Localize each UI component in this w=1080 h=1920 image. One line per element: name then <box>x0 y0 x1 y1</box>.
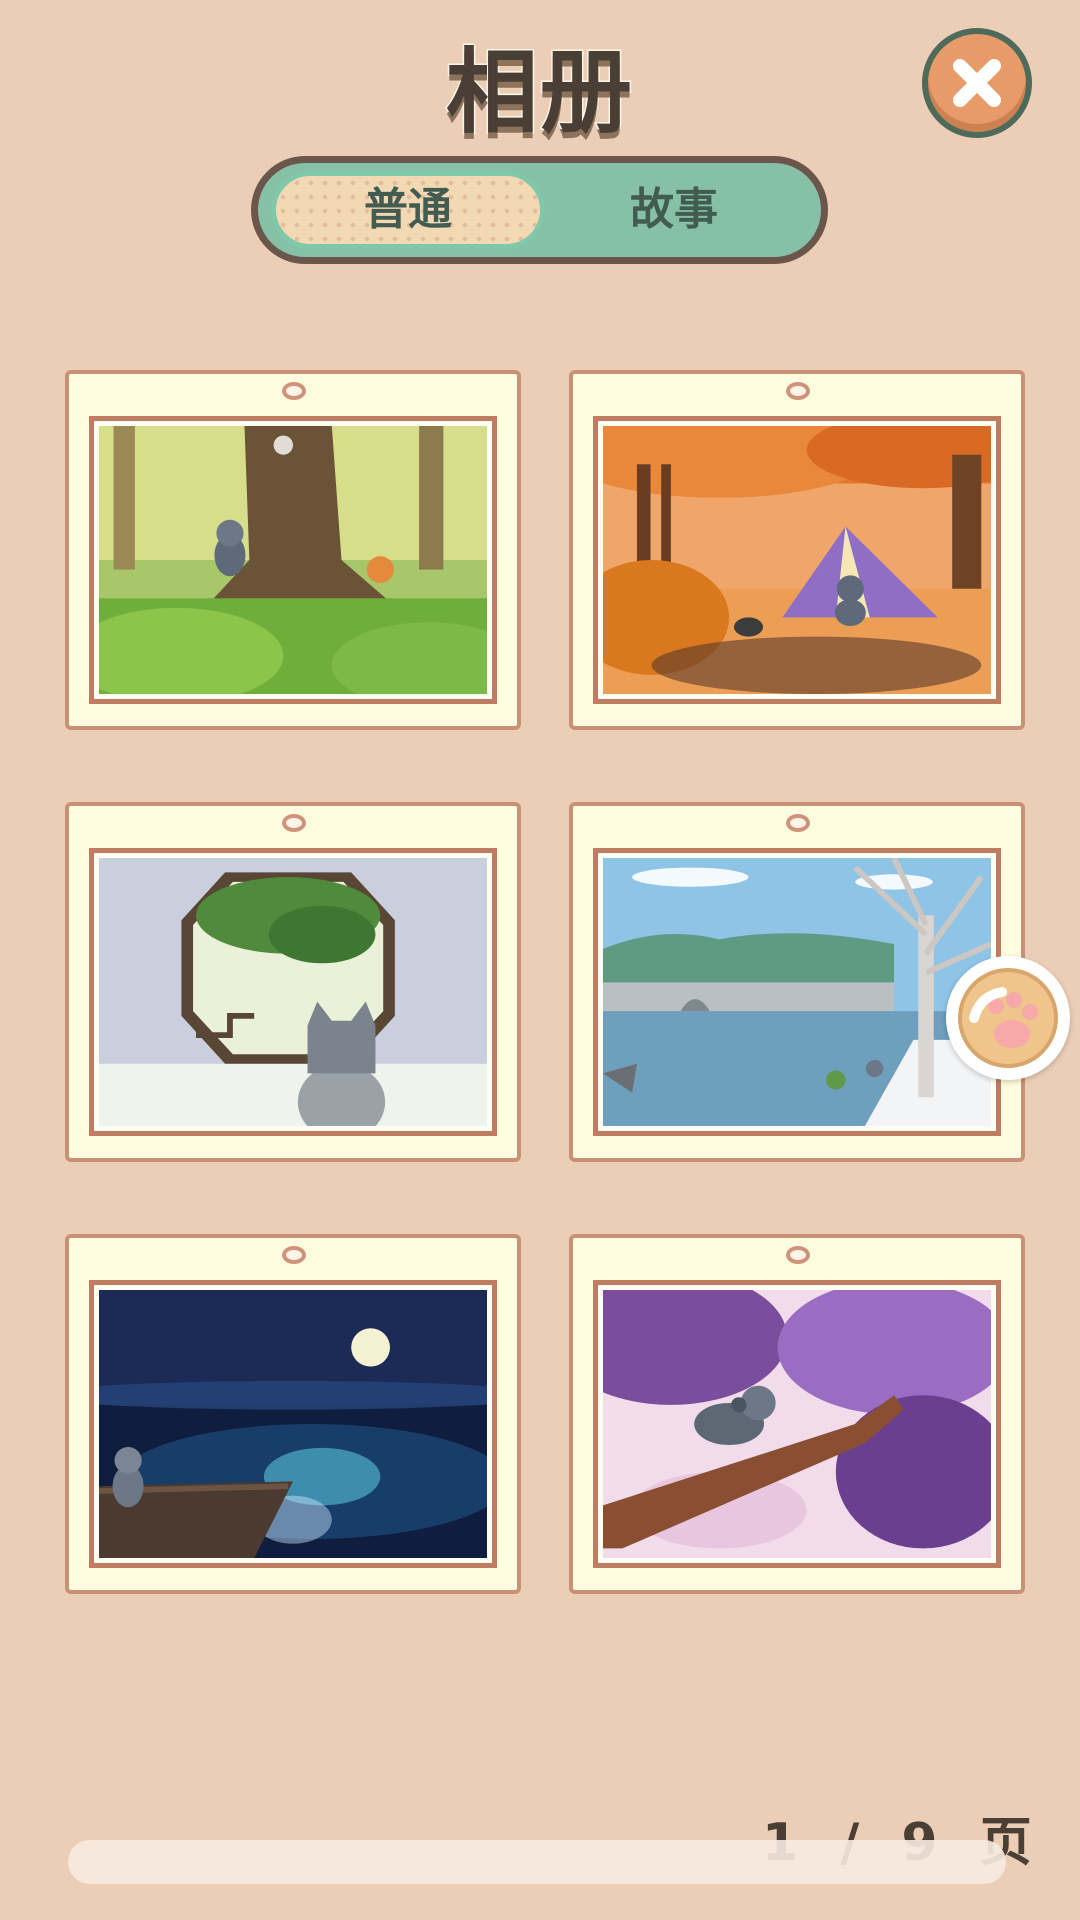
tab-normal-label: 普通 <box>364 184 452 235</box>
photo-autumn-tent-cat <box>603 426 991 694</box>
photo-forest-tree-cat <box>99 426 487 694</box>
close-button[interactable] <box>922 28 1032 138</box>
photo-card-1[interactable] <box>65 370 521 730</box>
tab-story-label: 故事 <box>630 184 718 235</box>
page-scroll-bar[interactable] <box>68 1840 1006 1884</box>
tab-normal[interactable]: 普通 <box>271 171 545 249</box>
paw-button[interactable] <box>946 956 1070 1080</box>
photo-card-5[interactable] <box>65 1234 521 1594</box>
pin-icon <box>786 1246 810 1264</box>
photo-purple-tree-cat <box>603 1290 991 1558</box>
close-icon <box>953 59 1001 107</box>
pin-icon <box>282 1246 306 1264</box>
pin-icon <box>282 382 306 400</box>
paw-icon <box>958 968 1058 1068</box>
pin-icon <box>786 382 810 400</box>
photo-bridge-lake-cat <box>603 858 991 1126</box>
page-title: 相册 <box>444 38 634 148</box>
tab-story[interactable]: 故事 <box>550 171 798 249</box>
album-tabs: 普通 故事 <box>251 156 828 264</box>
photo-window-cat <box>99 858 487 1126</box>
photo-card-3[interactable] <box>65 802 521 1162</box>
photo-card-2[interactable] <box>569 370 1025 730</box>
photo-night-sea-cat <box>99 1290 487 1558</box>
pin-icon <box>786 814 810 832</box>
photo-card-6[interactable] <box>569 1234 1025 1594</box>
pin-icon <box>282 814 306 832</box>
